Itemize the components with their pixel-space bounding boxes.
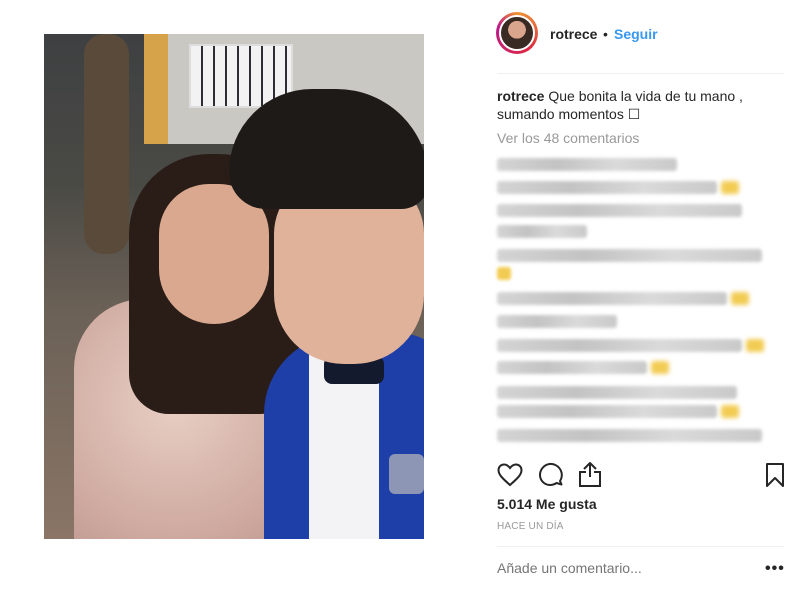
speech-bubble-icon[interactable] xyxy=(538,462,564,488)
avatar[interactable] xyxy=(499,15,535,51)
comment-line xyxy=(497,158,677,171)
comments-list-blurred xyxy=(497,155,777,455)
comment-line xyxy=(497,315,617,328)
caption: rotrece Que bonita la vida de tu mano , … xyxy=(497,87,767,123)
comment-line xyxy=(497,429,762,442)
comment-line xyxy=(497,405,717,418)
avatar-story-ring[interactable] xyxy=(496,12,538,54)
comment-line xyxy=(497,339,742,352)
more-options-button[interactable]: ••• xyxy=(765,560,785,578)
comment-line xyxy=(497,204,742,217)
view-comments-link[interactable]: Ver los 48 comentarios xyxy=(497,130,639,146)
photo-bg-tree xyxy=(84,34,129,254)
photo-pocket-square xyxy=(389,454,424,494)
share-icon[interactable] xyxy=(578,461,602,488)
comment-line xyxy=(497,292,727,305)
comment-line xyxy=(497,386,737,399)
likes-count[interactable]: 5.014 Me gusta xyxy=(497,496,597,512)
caption-username[interactable]: rotrece xyxy=(497,88,544,104)
comment-line xyxy=(497,361,647,374)
comment-line xyxy=(497,225,587,238)
comment-input[interactable] xyxy=(497,560,747,576)
header-separator: • xyxy=(603,26,608,42)
comment-line xyxy=(497,249,762,262)
header-username[interactable]: rotrece xyxy=(550,26,597,42)
post-timestamp[interactable]: HACE UN DÍA xyxy=(497,521,564,532)
photo-bg-pillar xyxy=(144,34,168,144)
comment-line xyxy=(497,181,717,194)
header-divider xyxy=(497,73,784,74)
follow-button[interactable]: Seguir xyxy=(614,26,658,42)
heart-icon[interactable] xyxy=(497,463,523,487)
bookmark-icon[interactable] xyxy=(765,462,785,488)
post-photo[interactable] xyxy=(44,34,424,539)
comment-divider xyxy=(497,546,784,547)
comment-line xyxy=(497,267,511,280)
